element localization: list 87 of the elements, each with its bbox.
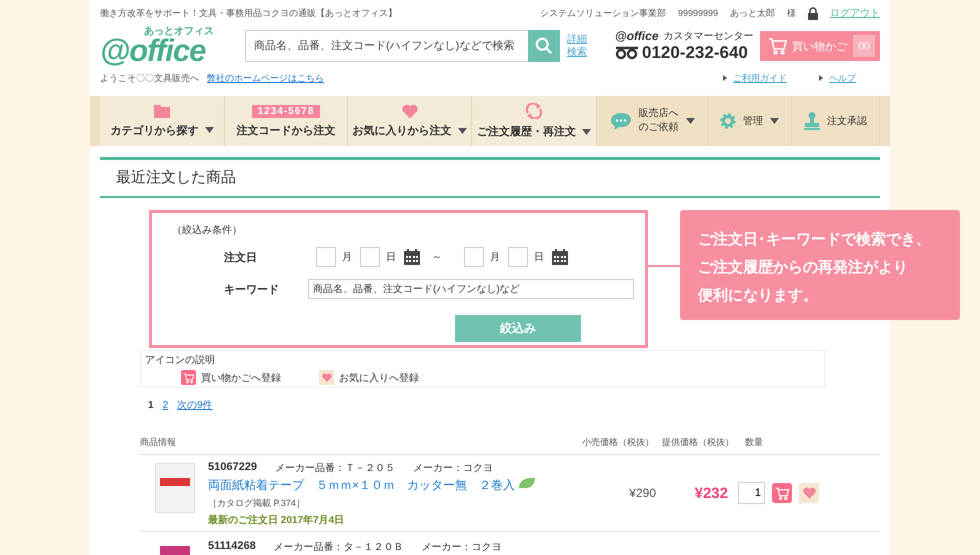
caret-icon xyxy=(458,128,466,134)
day-unit: 日 xyxy=(534,251,544,264)
filter-caption: （絞込み条件） xyxy=(172,224,243,237)
heart-icon xyxy=(402,104,418,118)
company-link[interactable]: 弊社のホームページはこちら xyxy=(207,72,324,84)
quantity-input[interactable]: 1 xyxy=(738,482,765,504)
tagline: 働き方改革をサポート！文具・事務用品コクヨの通販【あっとオフィス】 xyxy=(100,6,398,20)
month-input[interactable] xyxy=(464,247,484,267)
nav-menu-item[interactable]: 1234-5678 注文コードから注文 xyxy=(225,96,348,146)
maker-part-number: メーカー品番：Ｔ－２０５ xyxy=(274,462,395,475)
caret-icon xyxy=(204,127,214,133)
cart-count: 00 xyxy=(853,35,875,57)
calendar-icon xyxy=(552,249,568,265)
nav-menu-item[interactable]: お気に入りから注文 xyxy=(348,96,472,146)
nav-menu-item[interactable]: ご注文履歴・再注文 xyxy=(472,96,597,146)
help-link[interactable]: ヘルプ xyxy=(829,72,856,84)
column-header: 提供価格（税抜） xyxy=(662,436,735,448)
advanced-search-link[interactable]: 詳細検索 xyxy=(567,33,587,59)
last-order-date: 最新のご注文日 2017年7月4日 xyxy=(208,513,346,527)
day-unit: 日 xyxy=(386,251,396,264)
catalog-page-text: ［カタログ掲載 P.374］ xyxy=(208,497,306,510)
cart-icon xyxy=(181,370,196,385)
gear-icon xyxy=(720,113,736,129)
add-to-cart-button[interactable] xyxy=(772,483,792,503)
logo[interactable]: @office xyxy=(100,37,218,65)
month-unit: 月 xyxy=(490,251,500,264)
bullet-icon xyxy=(819,75,823,81)
maker-name: メーカー：コクヨ xyxy=(422,541,502,554)
legend-label: 買い物かごへ登録 xyxy=(201,372,281,384)
free-dial-icon xyxy=(615,46,639,60)
day-input[interactable] xyxy=(508,247,528,267)
keyword-label: キーワード xyxy=(223,282,280,296)
day-input[interactable] xyxy=(360,247,380,267)
logo-reading: オフィス xyxy=(174,27,214,37)
maker-part-number: メーカー品番：タ－１２０Ｂ xyxy=(274,540,404,554)
logo: @office xyxy=(615,29,658,43)
page-link[interactable]: 次の9件 xyxy=(177,398,213,412)
chat-icon xyxy=(610,112,632,130)
welcome-text: ようこそ〇〇文具販売へ xyxy=(100,72,199,84)
legend-label: お気に入りへ登録 xyxy=(339,372,419,384)
legend-title: アイコンの説明 xyxy=(145,354,216,367)
stamp-icon xyxy=(804,112,820,130)
bullet-icon xyxy=(723,75,727,81)
folder-icon xyxy=(154,104,170,118)
phone-number: 0120-232-640 xyxy=(642,43,748,63)
month-unit: 月 xyxy=(342,251,352,264)
column-header: 商品情報 xyxy=(140,436,177,448)
lock-icon xyxy=(808,6,818,20)
caret-icon xyxy=(582,128,591,134)
photo-placeholder xyxy=(155,463,195,513)
maker-name: メーカー：コクヨ xyxy=(412,462,493,475)
code-badge: 1234-5678 xyxy=(252,104,320,118)
heart-icon xyxy=(319,370,334,385)
page-number: 1 xyxy=(148,400,154,410)
department-text: システムソリューション事業部 xyxy=(540,6,666,20)
page-link[interactable]: 2 xyxy=(162,400,168,410)
order-date-label: 注文日 xyxy=(223,250,258,264)
cart-icon xyxy=(768,36,788,56)
month-input[interactable] xyxy=(316,247,336,267)
customer-center-label: カスタマーセンター xyxy=(664,30,754,43)
range-separator: ～ xyxy=(432,251,442,264)
column-header: 数量 xyxy=(744,436,764,448)
honorific-text: 様 xyxy=(787,6,796,20)
user-id: 99999999 xyxy=(678,8,718,18)
product-name-link[interactable]: 両面紙粘着テープ ５ｍｍ×１０ｍ カッター無 ２巻入 xyxy=(208,478,516,492)
heart-icon xyxy=(802,487,816,499)
user-name: あっと太郎 xyxy=(730,6,775,20)
search-button[interactable] xyxy=(528,30,560,62)
repeat-icon xyxy=(524,103,544,119)
column-header: 小売価格（税抜） xyxy=(582,436,655,448)
section-title: 最近注文した商品 xyxy=(115,168,237,188)
nav-menu-item[interactable]: カテゴリから探す xyxy=(100,96,225,146)
caret-icon xyxy=(686,118,694,124)
help-link[interactable]: ご利用ガイド xyxy=(733,72,787,84)
calendar-icon xyxy=(404,249,420,265)
logo-reading: あっと xyxy=(144,27,174,37)
keyword-field[interactable]: 商品名、品番、注文コード(ハイフンなし)など xyxy=(308,279,634,299)
favorite-button[interactable] xyxy=(799,483,819,503)
retail-price: ¥290 xyxy=(628,486,657,500)
search-field[interactable]: 商品名、品番、注文コード(ハイフンなし)などで検索 xyxy=(245,30,528,62)
callout: ご注文日･キーワードで検索でき、 ご注文履歴からの再発注がより 便利になります。 xyxy=(680,210,960,320)
search-icon xyxy=(535,37,553,55)
caret-icon xyxy=(770,118,779,124)
offer-price: ¥232 xyxy=(694,484,729,502)
product-number: 51067229 xyxy=(208,461,257,475)
cart-icon xyxy=(774,486,790,500)
product-number: 51114268 xyxy=(208,540,256,554)
